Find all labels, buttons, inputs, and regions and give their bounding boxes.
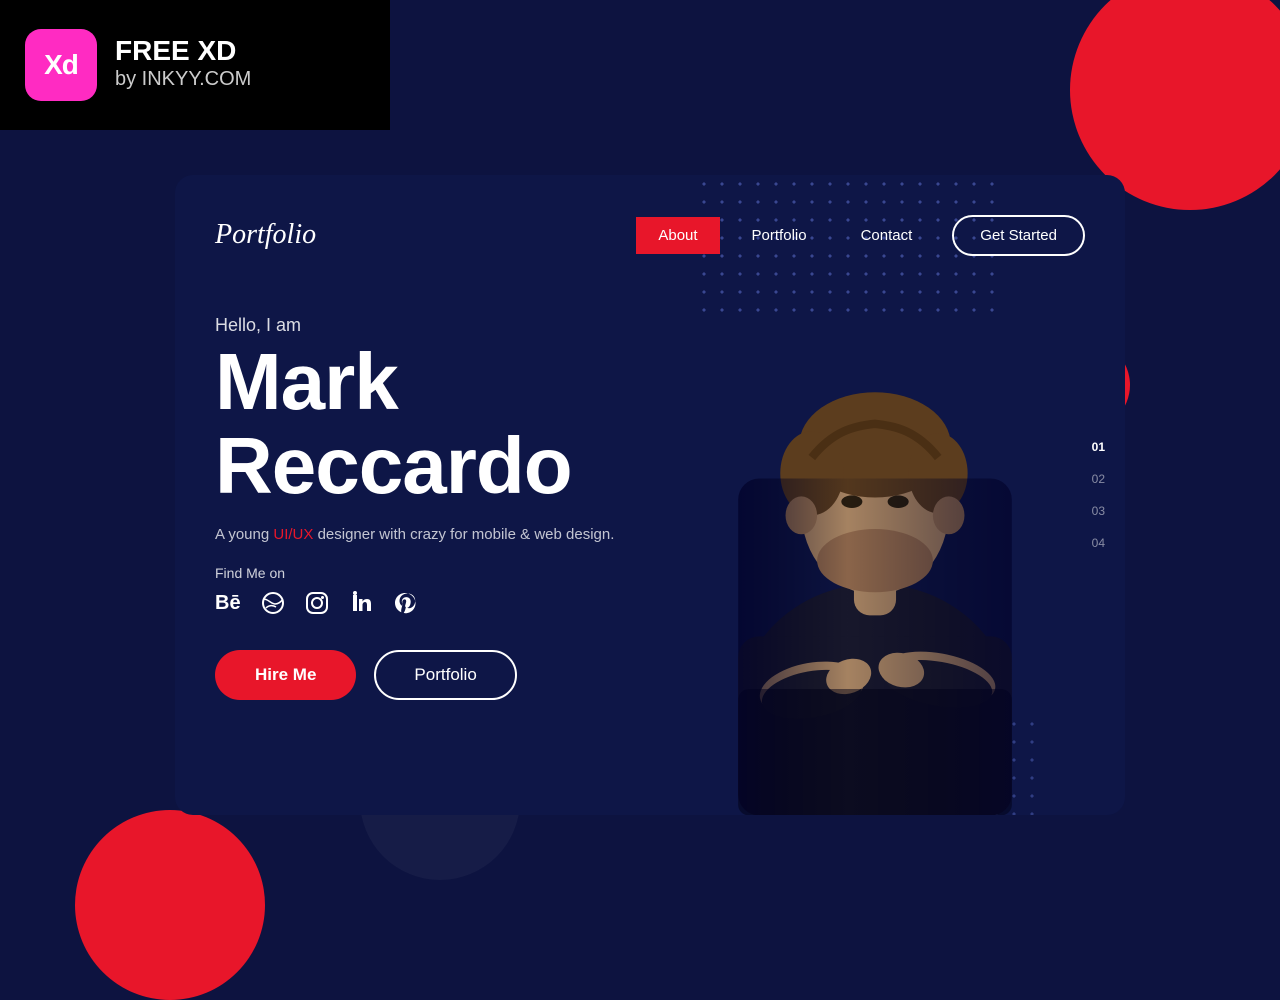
nav-link-portfolio[interactable]: Portfolio: [730, 217, 829, 254]
hire-me-button[interactable]: Hire Me: [215, 650, 356, 700]
nav-link-about[interactable]: About: [636, 217, 719, 254]
xd-icon: Xd: [25, 29, 97, 101]
xd-text: FREE XD by INKYY.COM: [115, 37, 251, 93]
portfolio-button[interactable]: Portfolio: [374, 650, 516, 700]
portfolio-card: Portfolio About Portfolio Contact Get St…: [175, 175, 1125, 815]
behance-icon[interactable]: Bē: [215, 592, 241, 615]
hero-name-line1: Mark: [215, 340, 1085, 424]
xd-icon-text: Xd: [44, 49, 78, 81]
side-num-2[interactable]: 02: [1092, 472, 1105, 486]
linkedin-icon[interactable]: [349, 591, 373, 615]
social-icons-group: Bē: [215, 591, 1085, 615]
nav-logo: Portfolio: [215, 219, 636, 251]
hero-name-line2: Reccardo: [215, 424, 1085, 508]
instagram-icon[interactable]: [305, 591, 329, 615]
xd-by-label: by INKYY.COM: [115, 65, 251, 93]
side-num-4[interactable]: 04: [1092, 536, 1105, 550]
dribbble-icon[interactable]: [261, 591, 285, 615]
description-post: designer with crazy for mobile & web des…: [313, 526, 614, 543]
decorative-circle-bottom-left: [75, 810, 265, 1000]
nav-link-contact[interactable]: Contact: [839, 217, 935, 254]
pinterest-icon[interactable]: [393, 591, 417, 615]
side-num-3[interactable]: 03: [1092, 504, 1105, 518]
hero-greeting: Hello, I am: [215, 315, 1085, 336]
find-me-label: Find Me on: [215, 565, 1085, 581]
navigation: Portfolio About Portfolio Contact Get St…: [175, 175, 1125, 265]
xd-badge: Xd FREE XD by INKYY.COM: [0, 0, 390, 130]
xd-free-label: FREE XD: [115, 37, 251, 65]
side-num-1[interactable]: 01: [1092, 440, 1105, 454]
hero-name: Mark Reccardo: [215, 340, 1085, 508]
side-numbers: 01 02 03 04: [1092, 440, 1105, 550]
nav-cta-button[interactable]: Get Started: [952, 215, 1085, 256]
nav-links: About Portfolio Contact Get Started: [636, 215, 1085, 256]
hero-description: A young UI/UX designer with crazy for mo…: [215, 526, 655, 543]
description-pre: A young: [215, 526, 273, 543]
hero-buttons: Hire Me Portfolio: [215, 650, 1085, 700]
description-highlight: UI/UX: [273, 526, 313, 543]
hero-section: Hello, I am Mark Reccardo A young UI/UX …: [175, 265, 1125, 740]
